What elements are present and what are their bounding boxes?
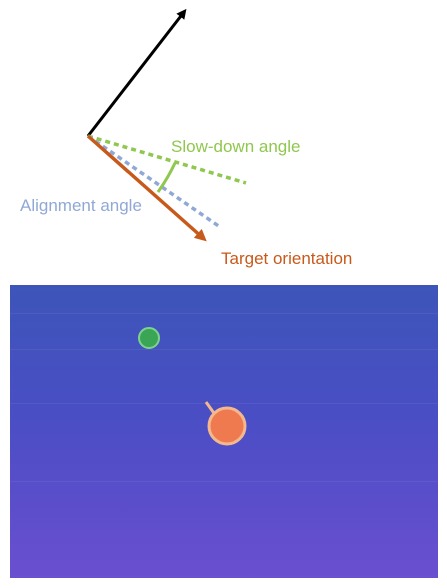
heading-arrow	[86, 8, 187, 137]
target-orientation-label: Target orientation	[221, 249, 353, 268]
alignment-angle-label: Alignment angle	[20, 196, 142, 215]
scene-canvas	[138, 327, 247, 446]
simulation-scene	[10, 285, 438, 578]
slow-down-angle-label: Slow-down angle	[171, 137, 301, 156]
slow-down-angle-arc	[156, 162, 177, 193]
agent-circle	[207, 406, 247, 446]
target-dot	[138, 327, 160, 349]
